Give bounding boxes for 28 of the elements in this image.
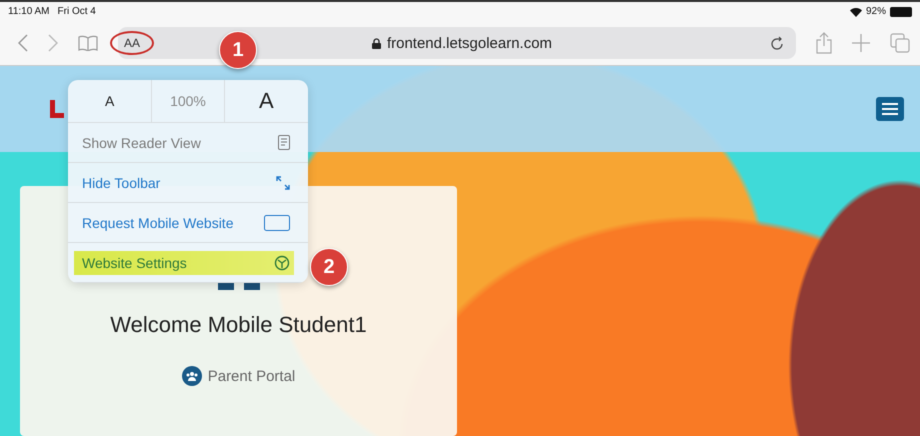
tabs-icon[interactable] <box>890 33 910 54</box>
parent-portal-link[interactable]: Parent Portal <box>182 366 296 386</box>
back-icon[interactable] <box>18 34 28 52</box>
status-date: Fri Oct 4 <box>58 6 96 18</box>
menu-item[interactable]: Hide Toolbar <box>68 163 308 203</box>
share-icon[interactable] <box>816 32 832 54</box>
larger-text-button[interactable]: A <box>224 80 308 122</box>
status-time: 11:10 AM <box>8 6 50 18</box>
text-size-button[interactable]: AA <box>110 31 154 56</box>
reload-icon[interactable] <box>770 35 784 52</box>
lock-icon <box>372 38 381 49</box>
welcome-heading: Welcome Mobile Student1 <box>110 312 367 338</box>
smaller-text-button[interactable]: A <box>68 80 152 122</box>
battery-icon <box>890 6 912 17</box>
menu-button[interactable] <box>876 97 904 121</box>
rectangle-icon <box>264 214 290 230</box>
zoom-percentage: 100% <box>170 93 206 109</box>
gear-icon <box>274 254 290 270</box>
address-text[interactable]: frontend.letsgolearn.com <box>386 34 552 52</box>
book-icon[interactable] <box>78 35 98 52</box>
document-icon <box>278 135 290 150</box>
plus-icon[interactable] <box>852 34 870 52</box>
people-icon <box>186 371 198 381</box>
battery-percentage: 92% <box>866 6 886 18</box>
expand-icon <box>276 176 290 190</box>
menu-item[interactable]: Request Mobile Website <box>68 203 308 243</box>
wifi-icon <box>850 6 862 17</box>
forward-icon[interactable] <box>48 34 58 52</box>
